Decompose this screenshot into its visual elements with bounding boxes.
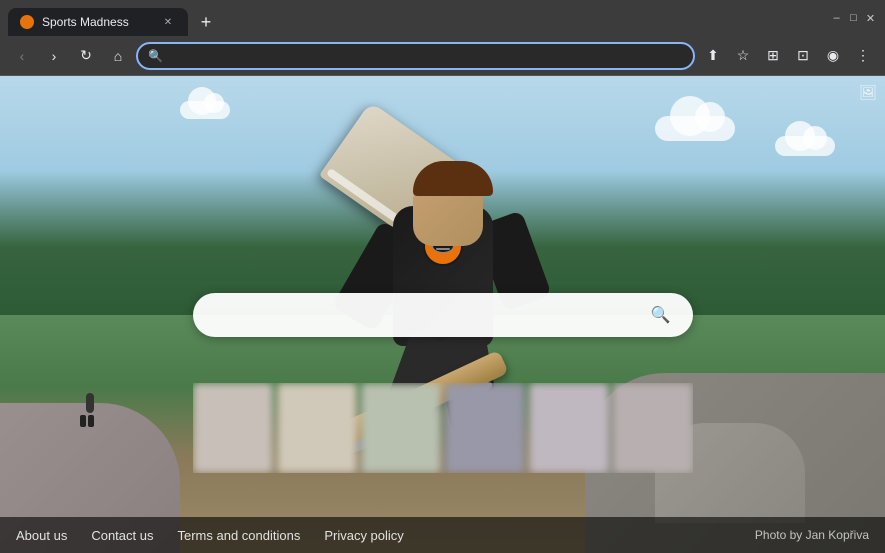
blur-block-5 (529, 383, 609, 473)
title-bar: Sports Madness ✕ + – □ ✕ (0, 0, 885, 36)
bookmark-button[interactable]: ☆ (729, 42, 757, 70)
cloud-2 (775, 136, 835, 156)
close-button[interactable]: ✕ (864, 12, 877, 25)
address-search-icon: 🔍 (148, 49, 163, 63)
bg-skater-leg-left (80, 415, 86, 427)
background-skater (80, 393, 100, 433)
toolbar-actions: ⬆ ☆ ⊞ ⊡ ◉ ⋮ (699, 42, 877, 70)
forward-button[interactable]: › (40, 42, 68, 70)
reload-button[interactable]: ↻ (72, 42, 100, 70)
tab-close-button[interactable]: ✕ (160, 14, 176, 30)
toolbar: ‹ › ↻ ⌂ 🔍 ⬆ ☆ ⊞ ⊡ ◉ ⋮ (0, 36, 885, 76)
minimize-button[interactable]: – (830, 12, 843, 25)
blur-block-6 (613, 383, 693, 473)
bg-skater-legs (80, 415, 100, 427)
footer-link-terms[interactable]: Terms and conditions (177, 528, 300, 543)
bg-skater-body (86, 393, 94, 413)
search-icon-button[interactable]: 🔍 (645, 299, 677, 331)
maximize-button[interactable]: □ (847, 12, 860, 25)
page-footer: About us Contact us Terms and conditions… (0, 517, 885, 553)
skater-hair (413, 161, 493, 196)
address-input[interactable] (169, 48, 683, 63)
search-overlay: 🔍 (193, 293, 693, 337)
new-tab-button[interactable]: + (192, 8, 220, 36)
tab-title: Sports Madness (42, 15, 152, 29)
blur-block-4 (445, 383, 525, 473)
footer-link-privacy[interactable]: Privacy policy (324, 528, 403, 543)
tab-bar: Sports Madness ✕ + (8, 0, 822, 36)
home-button[interactable]: ⌂ (104, 42, 132, 70)
footer-link-contact[interactable]: Contact us (91, 528, 153, 543)
blur-block-3 (361, 383, 441, 473)
split-button[interactable]: ⊡ (789, 42, 817, 70)
blur-block-1 (193, 383, 273, 473)
extension-button[interactable]: ⊞ (759, 42, 787, 70)
page-content: 🖼 🔍 About us Contact us Terms and condit… (0, 76, 885, 553)
hero-background: 🖼 🔍 (0, 76, 885, 553)
active-tab[interactable]: Sports Madness ✕ (8, 8, 188, 36)
image-icon[interactable]: 🖼 (859, 84, 877, 101)
skater-head (413, 166, 483, 246)
blur-block-2 (277, 383, 357, 473)
window-controls: – □ ✕ (830, 12, 877, 25)
tab-favicon (20, 15, 34, 29)
search-bar[interactable]: 🔍 (193, 293, 693, 337)
browser-frame: Sports Madness ✕ + – □ ✕ ‹ › ↻ ⌂ 🔍 ⬆ ☆ ⊞… (0, 0, 885, 553)
menu-button[interactable]: ⋮ (849, 42, 877, 70)
address-bar[interactable]: 🔍 (136, 42, 695, 70)
share-button[interactable]: ⬆ (699, 42, 727, 70)
search-input[interactable] (209, 306, 645, 324)
bg-skater-leg-right (88, 415, 94, 427)
blurred-content-strip (193, 383, 693, 473)
back-button[interactable]: ‹ (8, 42, 36, 70)
photo-credit: Photo by Jan Kopřiva (755, 528, 869, 542)
footer-link-about[interactable]: About us (16, 528, 67, 543)
profile-button[interactable]: ◉ (819, 42, 847, 70)
